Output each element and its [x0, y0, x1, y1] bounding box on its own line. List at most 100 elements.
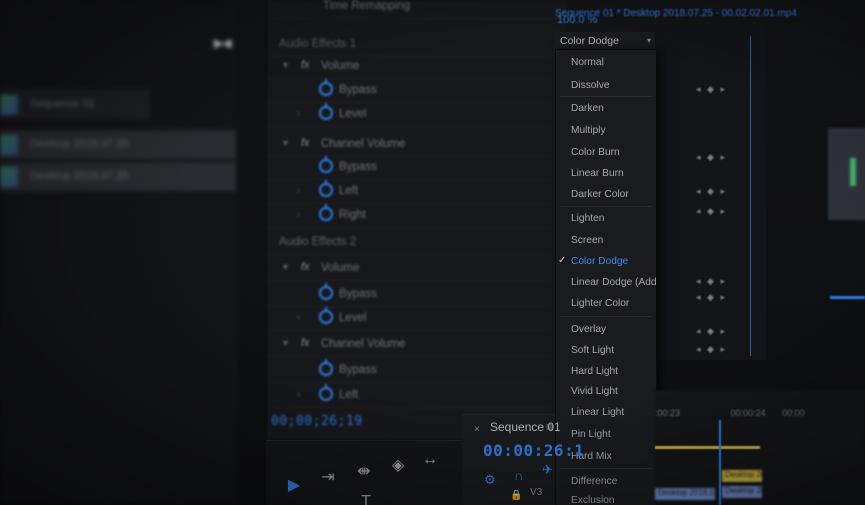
- menu-item-dissolve[interactable]: Dissolve: [556, 77, 656, 95]
- menu-item-lighten[interactable]: Lighten: [556, 210, 656, 228]
- opacity-value[interactable]: 100.0 %: [557, 14, 597, 26]
- close-icon[interactable]: ×: [474, 424, 480, 435]
- timeline-clip[interactable]: Desktop 2018.07.25: [655, 488, 715, 500]
- menu-item-darken[interactable]: Darken: [556, 100, 656, 118]
- disclosure-triangle-icon[interactable]: ›: [297, 389, 300, 399]
- program-timecode[interactable]: 00:00:26:1: [483, 441, 584, 460]
- fx-badge[interactable]: fx: [301, 137, 310, 149]
- param-row[interactable]: › Level: [267, 307, 567, 331]
- effect-row[interactable]: ▼ fx Channel Volume: [267, 134, 567, 157]
- blend-mode-select[interactable]: Color Dodge ▾: [555, 32, 655, 50]
- effect-row[interactable]: Time Remapping: [267, 0, 567, 19]
- stopwatch-icon[interactable]: [319, 156, 333, 173]
- disclosure-triangle-icon[interactable]: ▼: [281, 338, 290, 348]
- menu-item-difference[interactable]: Difference: [556, 473, 656, 491]
- menu-item-exclusion[interactable]: Exclusion: [556, 492, 656, 505]
- menu-item-label: Color Dodge: [571, 256, 629, 267]
- menu-item-darker-color[interactable]: Darker Color: [556, 186, 656, 204]
- prev-keyframe-icon[interactable]: ◂ ◆ ▸: [696, 326, 727, 342]
- stopwatch-icon[interactable]: [319, 283, 333, 300]
- param-row[interactable]: › Left: [267, 180, 567, 204]
- param-row[interactable]: › Left: [267, 384, 567, 408]
- menu-separator: [560, 316, 652, 317]
- menu-item-linear-dodge[interactable]: Linear Dodge (Add): [556, 274, 656, 292]
- param-row[interactable]: › Level: [267, 103, 567, 127]
- menu-item-label: Overlay: [571, 324, 607, 335]
- param-row[interactable]: › Right: [267, 204, 567, 228]
- timeline-clip[interactable]: Desktop 2018.07.25: [722, 470, 762, 482]
- menu-item-linear-light[interactable]: Linear Light: [556, 404, 656, 422]
- menu-item-overlay[interactable]: Overlay: [556, 321, 656, 339]
- bin-item[interactable]: Desktop 2018.07.25: [0, 130, 236, 159]
- razor-icon[interactable]: ◈: [386, 455, 410, 477]
- timeline-clip[interactable]: Desktop 2018.07.25: [722, 486, 762, 498]
- menu-item-color-dodge[interactable]: ✓ Color Dodge: [556, 253, 656, 271]
- add-marker-icon[interactable]: ✈: [542, 462, 553, 478]
- ripple-edit-icon[interactable]: ⇼: [352, 461, 376, 483]
- prev-keyframe-icon[interactable]: ◂ ◆ ▸: [696, 186, 727, 202]
- menu-item-screen[interactable]: Screen: [556, 232, 656, 250]
- section-header[interactable]: Audio Effects 2: [267, 232, 567, 255]
- disclosure-triangle-icon[interactable]: ▼: [281, 60, 290, 70]
- param-row[interactable]: Bypass: [267, 283, 567, 307]
- param-label: Right: [339, 209, 366, 221]
- stopwatch-icon[interactable]: [319, 180, 333, 197]
- slip-icon[interactable]: ↔: [418, 449, 442, 471]
- fx-badge[interactable]: fx: [301, 261, 310, 273]
- prev-keyframe-icon[interactable]: ◂ ◆ ▸: [696, 276, 727, 292]
- work-area-bar[interactable]: [655, 446, 760, 449]
- panel-menu-icon[interactable]: ▶◀: [214, 36, 236, 50]
- stopwatch-icon[interactable]: [319, 384, 333, 401]
- panel-menu-icon[interactable]: ≡: [546, 420, 553, 434]
- effect-controls-timecode[interactable]: 00;00;26;19: [271, 414, 363, 429]
- menu-item-normal[interactable]: Normal: [556, 54, 656, 72]
- prev-keyframe-icon[interactable]: ◂ ◆ ▸: [696, 84, 727, 100]
- effect-row[interactable]: ▼ fx Volume: [267, 56, 567, 79]
- menu-item-hard-light[interactable]: Hard Light: [556, 363, 656, 381]
- disclosure-triangle-icon[interactable]: ›: [297, 312, 300, 322]
- type-tool-icon[interactable]: T: [354, 491, 378, 505]
- disclosure-triangle-icon[interactable]: ▼: [281, 262, 290, 272]
- menu-item-multiply[interactable]: Multiply: [556, 122, 656, 140]
- lock-icon[interactable]: 🔒: [510, 490, 522, 501]
- disclosure-triangle-icon[interactable]: ›: [297, 209, 300, 219]
- disclosure-triangle-icon[interactable]: ›: [297, 185, 300, 195]
- clip-thumbnail: [0, 95, 18, 115]
- linked-selection-icon[interactable]: ∩: [514, 468, 523, 483]
- disclosure-triangle-icon[interactable]: ▼: [281, 138, 290, 148]
- menu-item-soft-light[interactable]: Soft Light: [556, 342, 656, 360]
- disclosure-triangle-icon[interactable]: ›: [297, 108, 300, 118]
- param-row[interactable]: Bypass: [267, 156, 567, 180]
- snap-icon[interactable]: ⚙: [484, 472, 496, 488]
- param-row[interactable]: Bypass: [267, 359, 567, 383]
- fx-badge[interactable]: fx: [301, 59, 310, 71]
- prev-keyframe-icon[interactable]: ◂ ◆ ▸: [696, 206, 727, 222]
- timeline-ruler[interactable]: :00:23 00:00:24 00:00: [655, 408, 805, 418]
- effect-row[interactable]: ▼ fx Volume: [267, 258, 567, 281]
- bin-item[interactable]: Sequence 01: [0, 90, 150, 119]
- prev-keyframe-icon[interactable]: ◂ ◆ ▸: [696, 344, 727, 360]
- timeline-playhead[interactable]: [719, 420, 721, 505]
- menu-item-vivid-light[interactable]: Vivid Light: [556, 383, 656, 401]
- stopwatch-icon[interactable]: [319, 359, 333, 376]
- track-label-v3[interactable]: V3: [530, 487, 542, 498]
- menu-item-linear-burn[interactable]: Linear Burn: [556, 165, 656, 183]
- stopwatch-icon[interactable]: [319, 307, 333, 324]
- track-select-forward-icon[interactable]: ⇥: [316, 467, 340, 489]
- stopwatch-icon[interactable]: [319, 103, 333, 120]
- menu-item-lighter-color[interactable]: Lighter Color: [556, 295, 656, 313]
- bin-item[interactable]: Desktop 2018.07.25: [0, 162, 236, 191]
- prev-keyframe-icon[interactable]: ◂ ◆ ▸: [696, 292, 727, 308]
- keyframe-navigator: ◂ ◆ ▸: [696, 152, 727, 168]
- stopwatch-icon[interactable]: [319, 204, 333, 221]
- fx-badge[interactable]: fx: [301, 337, 310, 349]
- section-header[interactable]: Audio Effects 1: [267, 34, 567, 57]
- effect-row[interactable]: ▼ fx Channel Volume: [267, 334, 567, 357]
- stopwatch-icon[interactable]: [319, 79, 333, 96]
- monitor-scrub-bar[interactable]: [830, 296, 865, 299]
- menu-item-color-burn[interactable]: Color Burn: [556, 144, 656, 162]
- effect-controls-playhead[interactable]: [750, 36, 751, 356]
- prev-keyframe-icon[interactable]: ◂ ◆ ▸: [696, 152, 727, 168]
- param-row[interactable]: Bypass: [267, 79, 567, 103]
- selection-arrow-icon[interactable]: ▶: [282, 475, 306, 497]
